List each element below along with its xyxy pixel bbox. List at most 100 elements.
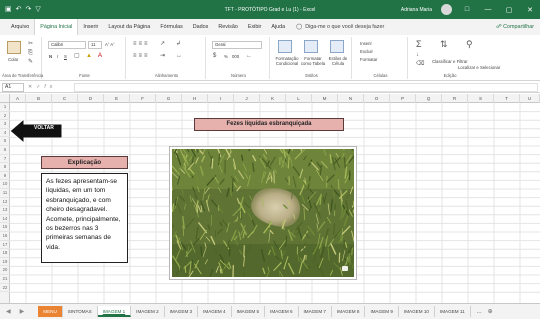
sheet-tab-imagem-7[interactable]: IMAGEM 7 <box>299 306 332 317</box>
minimize-button[interactable]: — <box>482 6 494 13</box>
close-button[interactable]: ✕ <box>524 6 536 14</box>
decimal-icon[interactable]: ← <box>246 53 252 59</box>
tab-formulas[interactable]: Fórmulas <box>155 19 187 35</box>
row-header-2[interactable]: 2 <box>0 112 10 121</box>
row-header-7[interactable]: 7 <box>0 155 10 164</box>
next-sheet-icon[interactable]: ▶ <box>20 308 25 315</box>
maximize-button[interactable]: ▢ <box>503 6 515 14</box>
tab-exibir[interactable]: Exibir <box>243 19 266 35</box>
row-header-22[interactable]: 22 <box>0 284 10 293</box>
column-header-s[interactable]: S <box>468 94 494 103</box>
column-header-e[interactable]: E <box>104 94 130 103</box>
fx-icon[interactable]: fx <box>44 84 56 90</box>
tab-revisao[interactable]: Revisão <box>213 19 242 35</box>
format-painter-icon[interactable]: ✎ <box>28 59 33 65</box>
currency-icon[interactable]: $ <box>213 53 216 59</box>
tab-arquivo[interactable]: Arquivo <box>6 19 34 35</box>
cancel-icon[interactable]: ✕ <box>28 84 36 90</box>
row-header-19[interactable]: 19 <box>0 258 10 267</box>
more-sheets-button[interactable]: ... <box>471 309 482 315</box>
row-header-17[interactable]: 17 <box>0 241 10 250</box>
column-header-p[interactable]: P <box>390 94 416 103</box>
save-icon[interactable]: ▣ <box>5 6 12 13</box>
copy-icon[interactable]: ⎘ <box>28 50 33 56</box>
column-header-r[interactable]: R <box>442 94 468 103</box>
undo-icon[interactable]: ↶ <box>16 6 22 13</box>
insert-button[interactable]: Inserir <box>360 41 372 46</box>
column-header-m[interactable]: M <box>312 94 338 103</box>
tab-layout[interactable]: Layout da Página <box>103 19 155 35</box>
percent-button[interactable]: % <box>224 54 228 59</box>
row-header-6[interactable]: 6 <box>0 146 10 155</box>
tab-pagina-inicial[interactable]: Página Inicial <box>34 19 79 35</box>
thousands-button[interactable]: 000 <box>232 54 239 59</box>
autosum-icon[interactable]: Σ <box>416 40 422 49</box>
column-header-f[interactable]: F <box>130 94 156 103</box>
font-color-icon[interactable]: A <box>98 53 102 59</box>
border-icon[interactable]: ▢ <box>74 53 80 59</box>
find-select-label[interactable]: Localizar e Selecionar <box>458 65 500 70</box>
add-sheet-icon[interactable]: ⊕ <box>482 308 493 315</box>
share-button[interactable]: ☍ Compartilhar <box>496 19 534 35</box>
tab-inserir[interactable]: Inserir <box>78 19 103 35</box>
prev-sheet-icon[interactable]: ◀ <box>6 308 11 315</box>
row-header-4[interactable]: 4 <box>0 129 10 138</box>
sheet-tab-imagem-6[interactable]: IMAGEM 6 <box>265 306 299 317</box>
column-header-l[interactable]: L <box>286 94 312 103</box>
sheet-tab-imagem-11[interactable]: IMAGEM 11 <box>435 306 471 317</box>
row-header-1[interactable]: 1 <box>0 103 10 112</box>
row-header-5[interactable]: 5 <box>0 137 10 146</box>
select-all-corner[interactable] <box>0 94 10 103</box>
column-header-q[interactable]: Q <box>416 94 442 103</box>
delete-button[interactable]: Excluir <box>360 49 373 54</box>
sheet-tab-imagem-8[interactable]: IMAGEM 8 <box>332 306 366 317</box>
column-header-a[interactable]: A <box>10 94 26 103</box>
font-family-select[interactable]: Calibri <box>48 41 86 49</box>
find-icon[interactable]: ⚲ <box>466 40 473 49</box>
sort-filter-icon[interactable]: ⇅ <box>440 40 448 49</box>
back-arrow-shape[interactable] <box>10 119 62 143</box>
tab-ajuda[interactable]: Ajuda <box>266 19 290 35</box>
underline-button[interactable]: S <box>64 54 67 59</box>
cell-styles-icon[interactable] <box>330 40 344 53</box>
formula-input[interactable] <box>74 83 538 92</box>
column-header-c[interactable]: C <box>52 94 78 103</box>
format-table-label[interactable]: Formatar como Tabela <box>300 56 326 66</box>
sheet-tab-imagem-2[interactable]: IMAGEM 2 <box>131 306 165 317</box>
wrap-text-icon[interactable]: ↲ <box>176 41 181 47</box>
sheet-tab-imagem-10[interactable]: IMAGEM 10 <box>399 306 435 317</box>
row-header-13[interactable]: 13 <box>0 206 10 215</box>
row-header-15[interactable]: 15 <box>0 223 10 232</box>
sheet-tab-imagem-4[interactable]: IMAGEM 4 <box>198 306 232 317</box>
bold-button[interactable]: N <box>49 54 52 59</box>
tab-dados[interactable]: Dados <box>188 19 214 35</box>
row-header-20[interactable]: 20 <box>0 266 10 275</box>
sheet-tab-imagem-5[interactable]: IMAGEM 5 <box>232 306 266 317</box>
column-header-b[interactable]: B <box>26 94 52 103</box>
column-header-i[interactable]: I <box>208 94 234 103</box>
row-header-9[interactable]: 9 <box>0 172 10 181</box>
column-header-k[interactable]: K <box>260 94 286 103</box>
conditional-format-icon[interactable] <box>278 40 292 53</box>
column-header-d[interactable]: D <box>78 94 104 103</box>
avatar[interactable] <box>441 4 452 15</box>
horizontal-align-icons[interactable]: ≡≡≡ <box>133 53 150 59</box>
row-header-3[interactable]: 3 <box>0 120 10 129</box>
cut-icon[interactable]: ✂ <box>28 41 33 47</box>
user-name[interactable]: Adriana Maria <box>401 7 432 13</box>
column-header-t[interactable]: T <box>494 94 520 103</box>
sheet-tab-sintomas[interactable]: SINTOMAS <box>63 306 98 317</box>
row-header-11[interactable]: 11 <box>0 189 10 198</box>
sort-filter-label[interactable]: Classificar e Filtrar <box>432 59 468 64</box>
conditional-format-label[interactable]: Formatação Condicional <box>274 56 300 66</box>
row-header-21[interactable]: 21 <box>0 275 10 284</box>
row-header-12[interactable]: 12 <box>0 198 10 207</box>
vertical-align-icons[interactable]: ≡≡≡ <box>133 41 150 47</box>
grow-font-icon[interactable]: Aˆ Aˇ <box>105 42 115 47</box>
cell-styles-label[interactable]: Estilos de Célula <box>326 56 350 66</box>
format-table-icon[interactable] <box>304 40 318 53</box>
back-button-label[interactable]: VOLTAR <box>34 125 54 131</box>
row-header-18[interactable]: 18 <box>0 249 10 258</box>
sheet-tab-menu[interactable]: MENU <box>38 306 63 317</box>
name-box[interactable]: A1 <box>2 83 24 92</box>
